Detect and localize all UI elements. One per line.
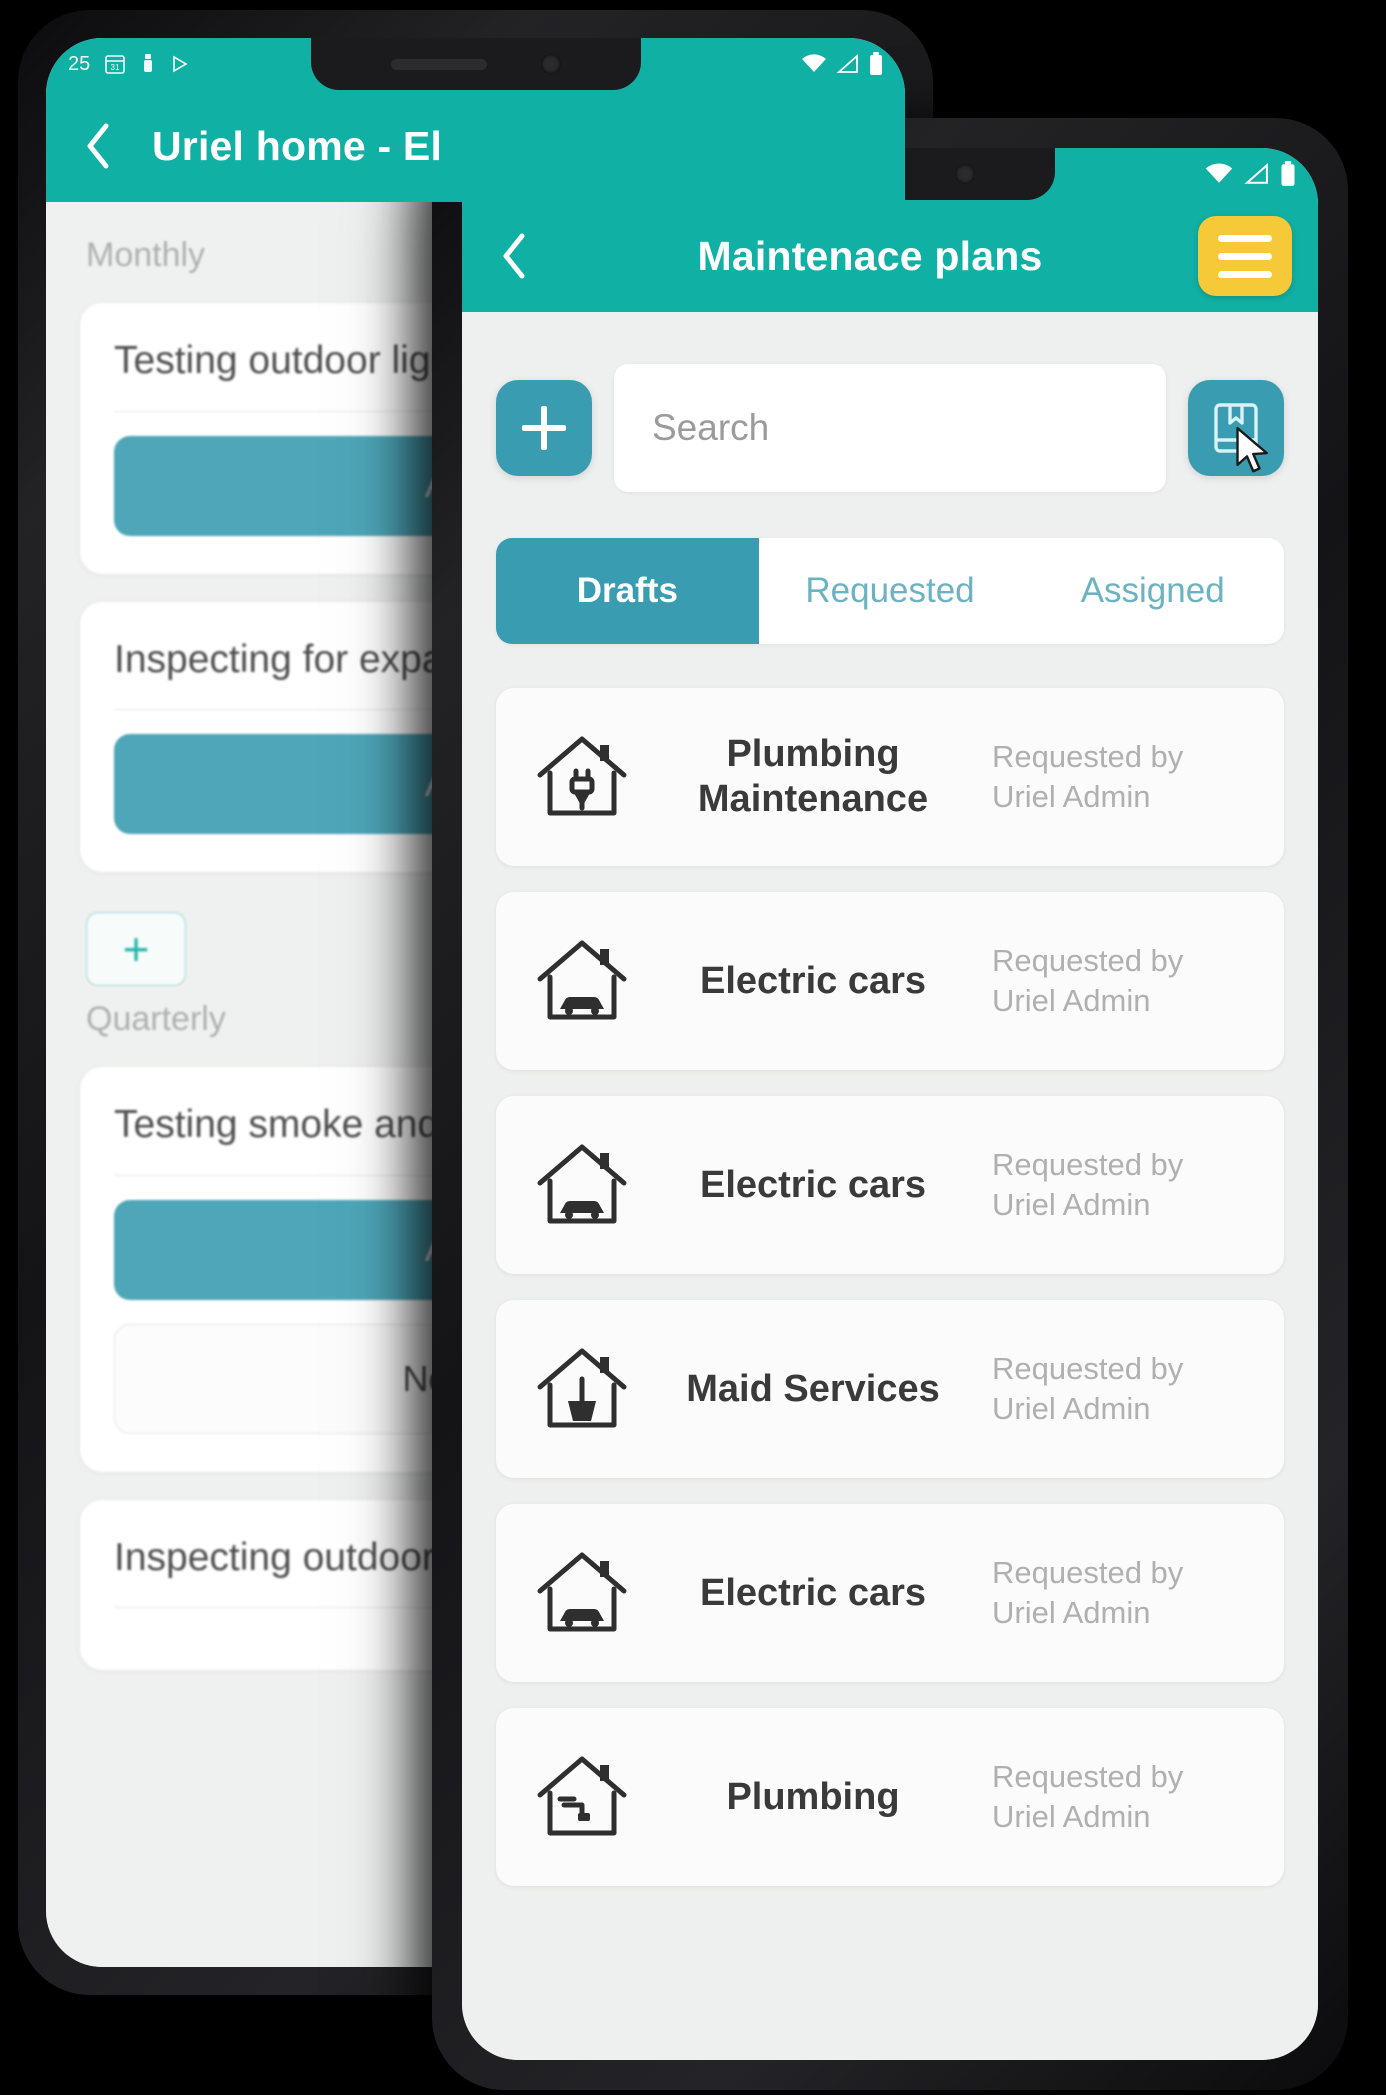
signal-icon <box>1243 163 1271 185</box>
svg-text:31: 31 <box>111 63 120 72</box>
plus-icon <box>522 406 566 450</box>
back-button-back[interactable] <box>72 119 126 173</box>
cast-icon <box>169 52 193 76</box>
plan-list-item[interactable]: Plumbing Maintenance Requested by Uriel … <box>496 688 1284 866</box>
plan-meta-line1: Requested by <box>992 1759 1184 1795</box>
plan-meta-line2: Uriel Admin <box>992 1799 1151 1834</box>
plan-meta-line2: Uriel Admin <box>992 983 1151 1018</box>
plan-name: Maid Services <box>686 1367 940 1410</box>
plan-list-item[interactable]: Electric cars Requested by Uriel Admin <box>496 1504 1284 1682</box>
plan-list: Plumbing Maintenance Requested by Uriel … <box>496 688 1284 1886</box>
status-bar-left-back: 25 31 <box>68 52 193 76</box>
search-placeholder: Search <box>652 407 770 448</box>
back-button-front[interactable] <box>488 229 542 283</box>
menu-bar-2 <box>1218 252 1272 260</box>
menu-bar-3 <box>1218 270 1272 278</box>
screenshot-stage: 25 31 Uriel home - El Monthly Testing ou… <box>0 0 1386 2095</box>
plan-meta: Requested by Uriel Admin <box>992 1757 1250 1836</box>
phone-screen-front: 25 31 <box>462 148 1318 2060</box>
wifi-icon <box>801 54 827 74</box>
toolbar-row: Search <box>462 312 1318 492</box>
plan-list-item[interactable]: Electric cars Requested by Uriel Admin <box>496 892 1284 1070</box>
page-title-front: Maintenace plans <box>697 232 1043 279</box>
house-broom-icon <box>530 1343 634 1435</box>
signal-icon <box>836 54 860 74</box>
tab-drafts[interactable]: Drafts <box>496 538 759 644</box>
search-input[interactable]: Search <box>614 364 1166 492</box>
house-faucet-icon <box>530 1751 634 1843</box>
status-bar-right-back <box>801 52 883 76</box>
battery-icon <box>1280 161 1296 187</box>
plan-meta-line2: Uriel Admin <box>992 1595 1151 1630</box>
address-book-icon <box>1214 403 1258 453</box>
tab-requested[interactable]: Requested <box>759 538 1022 644</box>
plan-meta-line1: Requested by <box>992 1147 1184 1183</box>
house-car-icon <box>530 1139 634 1231</box>
plan-name: Electric cars <box>699 1571 927 1614</box>
plan-meta-line2: Uriel Admin <box>992 1187 1151 1222</box>
plan-meta: Requested by Uriel Admin <box>992 1553 1250 1632</box>
house-plug-icon <box>530 731 634 823</box>
app-body-front: Search Drafts Requested Assigned Plumbin… <box>462 312 1318 2060</box>
plan-status-tabs: Drafts Requested Assigned <box>496 538 1284 644</box>
status-bar-right-front <box>1204 161 1296 187</box>
address-book-button[interactable] <box>1188 380 1284 476</box>
plan-meta: Requested by Uriel Admin <box>992 1145 1250 1224</box>
front-camera <box>540 54 561 74</box>
plan-meta: Requested by Uriel Admin <box>992 941 1250 1020</box>
calendar-icon: 31 <box>103 52 127 76</box>
plan-name: Plumbing Maintenance <box>697 733 929 820</box>
plan-meta-line1: Requested by <box>992 943 1184 979</box>
notch-back <box>310 38 641 90</box>
menu-bar-1 <box>1218 234 1272 242</box>
plan-meta-line1: Requested by <box>992 739 1184 775</box>
wifi-icon <box>1204 163 1234 185</box>
plan-meta: Requested by Uriel Admin <box>992 1349 1250 1428</box>
usb-icon <box>140 52 156 76</box>
front-camera <box>955 164 975 184</box>
add-quarterly-button[interactable]: + <box>86 912 186 987</box>
app-bar-back: Uriel home - El <box>46 90 905 202</box>
plan-name: Electric cars <box>699 959 927 1002</box>
tab-assigned[interactable]: Assigned <box>1021 538 1284 644</box>
plan-meta-line2: Uriel Admin <box>992 779 1151 814</box>
plan-list-item[interactable]: Maid Services Requested by Uriel Admin <box>496 1300 1284 1478</box>
hamburger-menu-icon[interactable] <box>1198 216 1292 296</box>
plan-list-item[interactable]: Electric cars Requested by Uriel Admin <box>496 1096 1284 1274</box>
plan-meta-line2: Uriel Admin <box>992 1391 1151 1426</box>
add-plan-button[interactable] <box>496 380 592 476</box>
earpiece-speaker <box>390 58 487 70</box>
plan-list-item[interactable]: Plumbing Requested by Uriel Admin <box>496 1708 1284 1886</box>
foreground-phone: 25 31 <box>432 118 1348 2090</box>
plan-meta-line1: Requested by <box>992 1555 1184 1591</box>
plan-meta-line1: Requested by <box>992 1351 1184 1387</box>
page-title-back: Uriel home - El <box>152 122 443 169</box>
house-car-icon <box>530 935 634 1027</box>
app-bar-front: Maintenace plans <box>462 200 1318 312</box>
plan-meta: Requested by Uriel Admin <box>992 737 1250 816</box>
battery-icon <box>869 52 883 76</box>
plan-name: Plumbing <box>726 1775 900 1818</box>
status-time-back: 25 <box>68 52 91 75</box>
house-car-icon <box>530 1547 634 1639</box>
plan-name: Electric cars <box>699 1163 927 1206</box>
